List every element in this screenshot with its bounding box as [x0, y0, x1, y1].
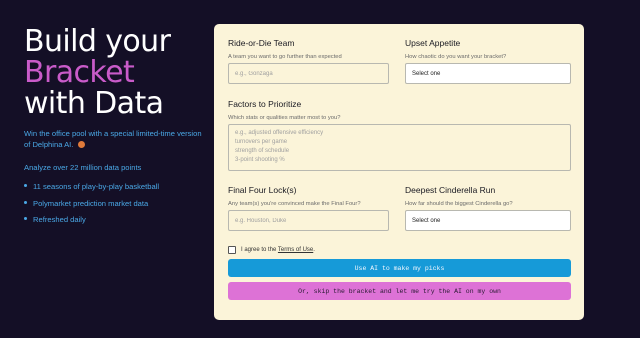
terms-checkbox[interactable] — [228, 246, 236, 254]
factors-placeholder-line: e.g., adjusted offensive efficiency — [235, 130, 324, 136]
factors-textarea[interactable]: e.g., adjusted offensive efficiency turn… — [228, 124, 571, 171]
upset-appetite-hint: How chaotic do you want your bracket? — [405, 54, 507, 60]
upset-appetite-label: Upset Appetite — [405, 38, 461, 48]
bullet-icon — [24, 200, 27, 204]
final-four-label: Final Four Lock(s) — [228, 185, 297, 195]
bullet-icon — [24, 217, 27, 220]
cinderella-hint: How far should the biggest Cinderella go… — [405, 201, 513, 207]
cinderella-select[interactable]: Select one — [405, 210, 571, 231]
stat-lead: Analyze over 22 million data points — [24, 163, 142, 172]
factors-placeholder-line: strength of schedule — [235, 148, 290, 154]
list-item: Polymarket prediction market data — [24, 196, 204, 213]
final-four-input[interactable] — [228, 210, 389, 231]
ride-or-die-label: Ride-or-Die Team — [228, 38, 295, 48]
factors-label: Factors to Prioritize — [228, 99, 302, 109]
factors-placeholder-line: 3-point shooting % — [235, 157, 285, 163]
list-item: 11 seasons of play-by-play basketball — [24, 179, 204, 196]
ride-or-die-input[interactable] — [228, 63, 389, 84]
hero-headline: Build your Bracket with Data — [24, 26, 204, 119]
factors-placeholder-line: turnovers per game — [235, 139, 288, 145]
hero-panel: Build your Bracket with Data Win the off… — [24, 26, 204, 229]
factors-hint: Which stats or qualities matter most to … — [228, 115, 341, 121]
hero-subtitle: Win the office pool with a special limit… — [24, 129, 204, 150]
make-picks-button[interactable]: Use AI to make my picks — [228, 259, 571, 277]
basketball-icon — [77, 140, 85, 148]
final-four-hint: Any team(s) you're convinced make the Fi… — [228, 201, 361, 207]
headline-line-1: Build your — [24, 24, 171, 59]
cinderella-label: Deepest Cinderella Run — [405, 185, 496, 195]
hero-subtitle-text: Win the office pool with a special limit… — [24, 129, 202, 149]
list-item: Refreshed daily — [24, 212, 204, 229]
bracket-form-card: Ride-or-Die Team A team you want to go f… — [214, 24, 584, 320]
bullet-icon — [24, 184, 27, 187]
headline-line-2: Bracket — [24, 55, 135, 90]
skip-bracket-button[interactable]: Or, skip the bracket and let me try the … — [228, 282, 571, 300]
ride-or-die-hint: A team you want to go further than expec… — [228, 54, 342, 60]
upset-appetite-select[interactable]: Select one — [405, 63, 571, 84]
terms-link[interactable]: Terms of Use — [278, 247, 313, 253]
feature-list: 11 seasons of play-by-play basketball Po… — [24, 179, 204, 229]
terms-label: I agree to the Terms of Use. — [241, 247, 315, 253]
headline-line-3: with Data — [24, 86, 164, 121]
